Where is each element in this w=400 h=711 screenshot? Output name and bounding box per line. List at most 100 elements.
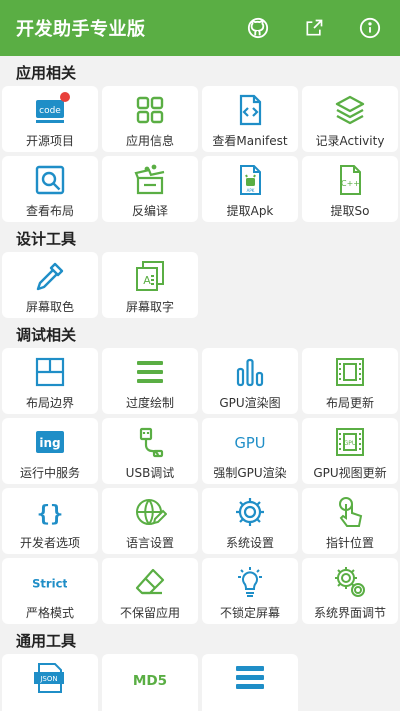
tool-tile-gears[interactable]: 系统界面调节 — [302, 558, 398, 624]
tool-tile-eraser[interactable]: 不保留应用 — [102, 558, 198, 624]
tool-tile-pointer[interactable]: 指针位置 — [302, 488, 398, 554]
tool-tile-gpu-text[interactable]: GPU 强制GPU渲染 — [202, 418, 298, 484]
svg-text:C++: C++ — [341, 179, 360, 188]
gear-icon — [233, 495, 267, 529]
eyedropper-icon — [33, 259, 67, 293]
svg-text:code: code — [39, 106, 61, 116]
code-file-icon — [233, 93, 267, 127]
tool-label: 指针位置 — [325, 536, 374, 550]
tool-label: 查看Manifest — [212, 134, 288, 148]
tool-tile-code[interactable]: code 开源项目 — [2, 86, 98, 152]
tool-label: 提取So — [330, 204, 370, 218]
tool-label: 强制GPU渲染 — [213, 466, 287, 480]
tool-tile-layout-update[interactable]: 布局更新 — [302, 348, 398, 414]
tool-tile-running-service[interactable]: ing 运行中服务 — [2, 418, 98, 484]
tool-label: 开发者选项 — [19, 536, 80, 550]
app-bar: 开发助手专业版 — [0, 0, 400, 56]
notification-dot — [60, 92, 70, 102]
section-1: 设计工具 屏幕取色 A 屏幕取字 — [0, 222, 400, 318]
braces-icon: {} — [33, 495, 67, 529]
tool-grid: JSON MD5 — [0, 654, 400, 711]
overdraw-icon — [133, 355, 167, 389]
tool-grid: code 开源项目 应用信息 查看Manifest 记录Activity 查看布局 反编译 A… — [0, 86, 400, 222]
bar-chart-icon — [233, 355, 267, 389]
tool-label: 语言设置 — [125, 536, 174, 550]
grid-icon — [133, 93, 167, 127]
tool-tile-grid[interactable]: 应用信息 — [102, 86, 198, 152]
svg-text:{}: {} — [37, 502, 64, 527]
tool-tile-gear[interactable]: 系统设置 — [202, 488, 298, 554]
tool-label: GPU视图更新 — [313, 466, 387, 480]
tool-label: 反编译 — [131, 204, 168, 218]
layers-icon — [333, 93, 367, 127]
tool-tile-magnify[interactable]: 查看布局 — [2, 156, 98, 222]
section-3: 通用工具 JSON MD5 — [0, 624, 400, 711]
tool-label: 布局边界 — [25, 396, 74, 410]
section-title: 通用工具 — [16, 632, 77, 650]
svg-text:JSON: JSON — [39, 675, 57, 683]
github-icon — [247, 17, 269, 39]
section-0: 应用相关 code 开源项目 应用信息 查看Manifest 记录Activity 查看布局… — [0, 56, 400, 222]
svg-text:MD5: MD5 — [133, 673, 167, 689]
github-button[interactable] — [240, 10, 276, 46]
layout-bounds-icon — [33, 355, 67, 389]
usb-icon — [133, 425, 167, 459]
section-title: 应用相关 — [16, 64, 77, 82]
tool-tile-braces[interactable]: {} 开发者选项 — [2, 488, 98, 554]
tool-label: 系统设置 — [225, 536, 274, 550]
tool-tile-md5[interactable]: MD5 — [102, 654, 198, 711]
svg-text:A: A — [143, 274, 151, 287]
tool-label: 记录Activity — [315, 134, 385, 148]
tool-tile-bulb[interactable]: 不锁定屏幕 — [202, 558, 298, 624]
info-icon — [359, 17, 381, 39]
gpu-view-icon: GPU — [333, 425, 367, 459]
bulb-icon — [233, 565, 267, 599]
tool-label: 查看布局 — [25, 204, 74, 218]
appbar-actions — [240, 10, 388, 46]
layout-update-icon — [333, 355, 367, 389]
tool-tile-strict-text[interactable]: Strict 严格模式 — [2, 558, 98, 624]
tool-tile-usb[interactable]: USB调试 — [102, 418, 198, 484]
tool-list[interactable]: 应用相关 code 开源项目 应用信息 查看Manifest 记录Activity 查看布局… — [0, 56, 400, 711]
tool-label: 布局更新 — [325, 396, 374, 410]
svg-text:GPU: GPU — [235, 435, 266, 452]
tool-grid: 屏幕取色 A 屏幕取字 — [0, 252, 400, 318]
tool-tile-eyedropper[interactable]: 屏幕取色 — [2, 252, 98, 318]
tool-tile-code-file[interactable]: 查看Manifest — [202, 86, 298, 152]
tool-tile-json[interactable]: JSON — [2, 654, 98, 711]
gpu-text-icon: GPU — [233, 425, 267, 459]
tool-label: 过度绘制 — [125, 396, 174, 410]
tool-label: 不保留应用 — [119, 606, 180, 620]
svg-text:Strict: Strict — [33, 576, 67, 590]
list-icon — [233, 661, 267, 695]
share-button[interactable] — [296, 10, 332, 46]
gears-icon — [333, 565, 367, 599]
tool-label: 开源项目 — [25, 134, 74, 148]
tool-label: GPU渲染图 — [219, 396, 281, 410]
tool-tile-list[interactable] — [202, 654, 298, 711]
tool-tile-apk-file[interactable]: APK 提取Apk — [202, 156, 298, 222]
strict-text-icon: Strict — [33, 565, 67, 599]
tool-label: 严格模式 — [25, 606, 74, 620]
text-copy-icon: A — [133, 259, 167, 293]
tool-label: 运行中服务 — [19, 466, 80, 480]
tool-tile-overdraw[interactable]: 过度绘制 — [102, 348, 198, 414]
tool-label: 系统界面调节 — [313, 606, 386, 620]
tool-label: USB调试 — [125, 466, 175, 480]
magnify-icon — [33, 163, 67, 197]
tool-tile-bar-chart[interactable]: GPU渲染图 — [202, 348, 298, 414]
tool-tile-cpp-file[interactable]: C++ 提取So — [302, 156, 398, 222]
tool-tile-globe[interactable]: 语言设置 — [102, 488, 198, 554]
share-icon — [304, 18, 324, 38]
app-title: 开发助手专业版 — [16, 19, 146, 40]
gift-box-icon — [133, 163, 167, 197]
tool-tile-layers[interactable]: 记录Activity — [302, 86, 398, 152]
tool-tile-layout-bounds[interactable]: 布局边界 — [2, 348, 98, 414]
eraser-icon — [133, 565, 167, 599]
tool-tile-gift-box[interactable]: 反编译 — [102, 156, 198, 222]
tool-label: 屏幕取色 — [25, 300, 74, 314]
info-button[interactable] — [352, 10, 388, 46]
tool-tile-text-copy[interactable]: A 屏幕取字 — [102, 252, 198, 318]
pointer-icon — [333, 495, 367, 529]
tool-tile-gpu-view[interactable]: GPU GPU视图更新 — [302, 418, 398, 484]
